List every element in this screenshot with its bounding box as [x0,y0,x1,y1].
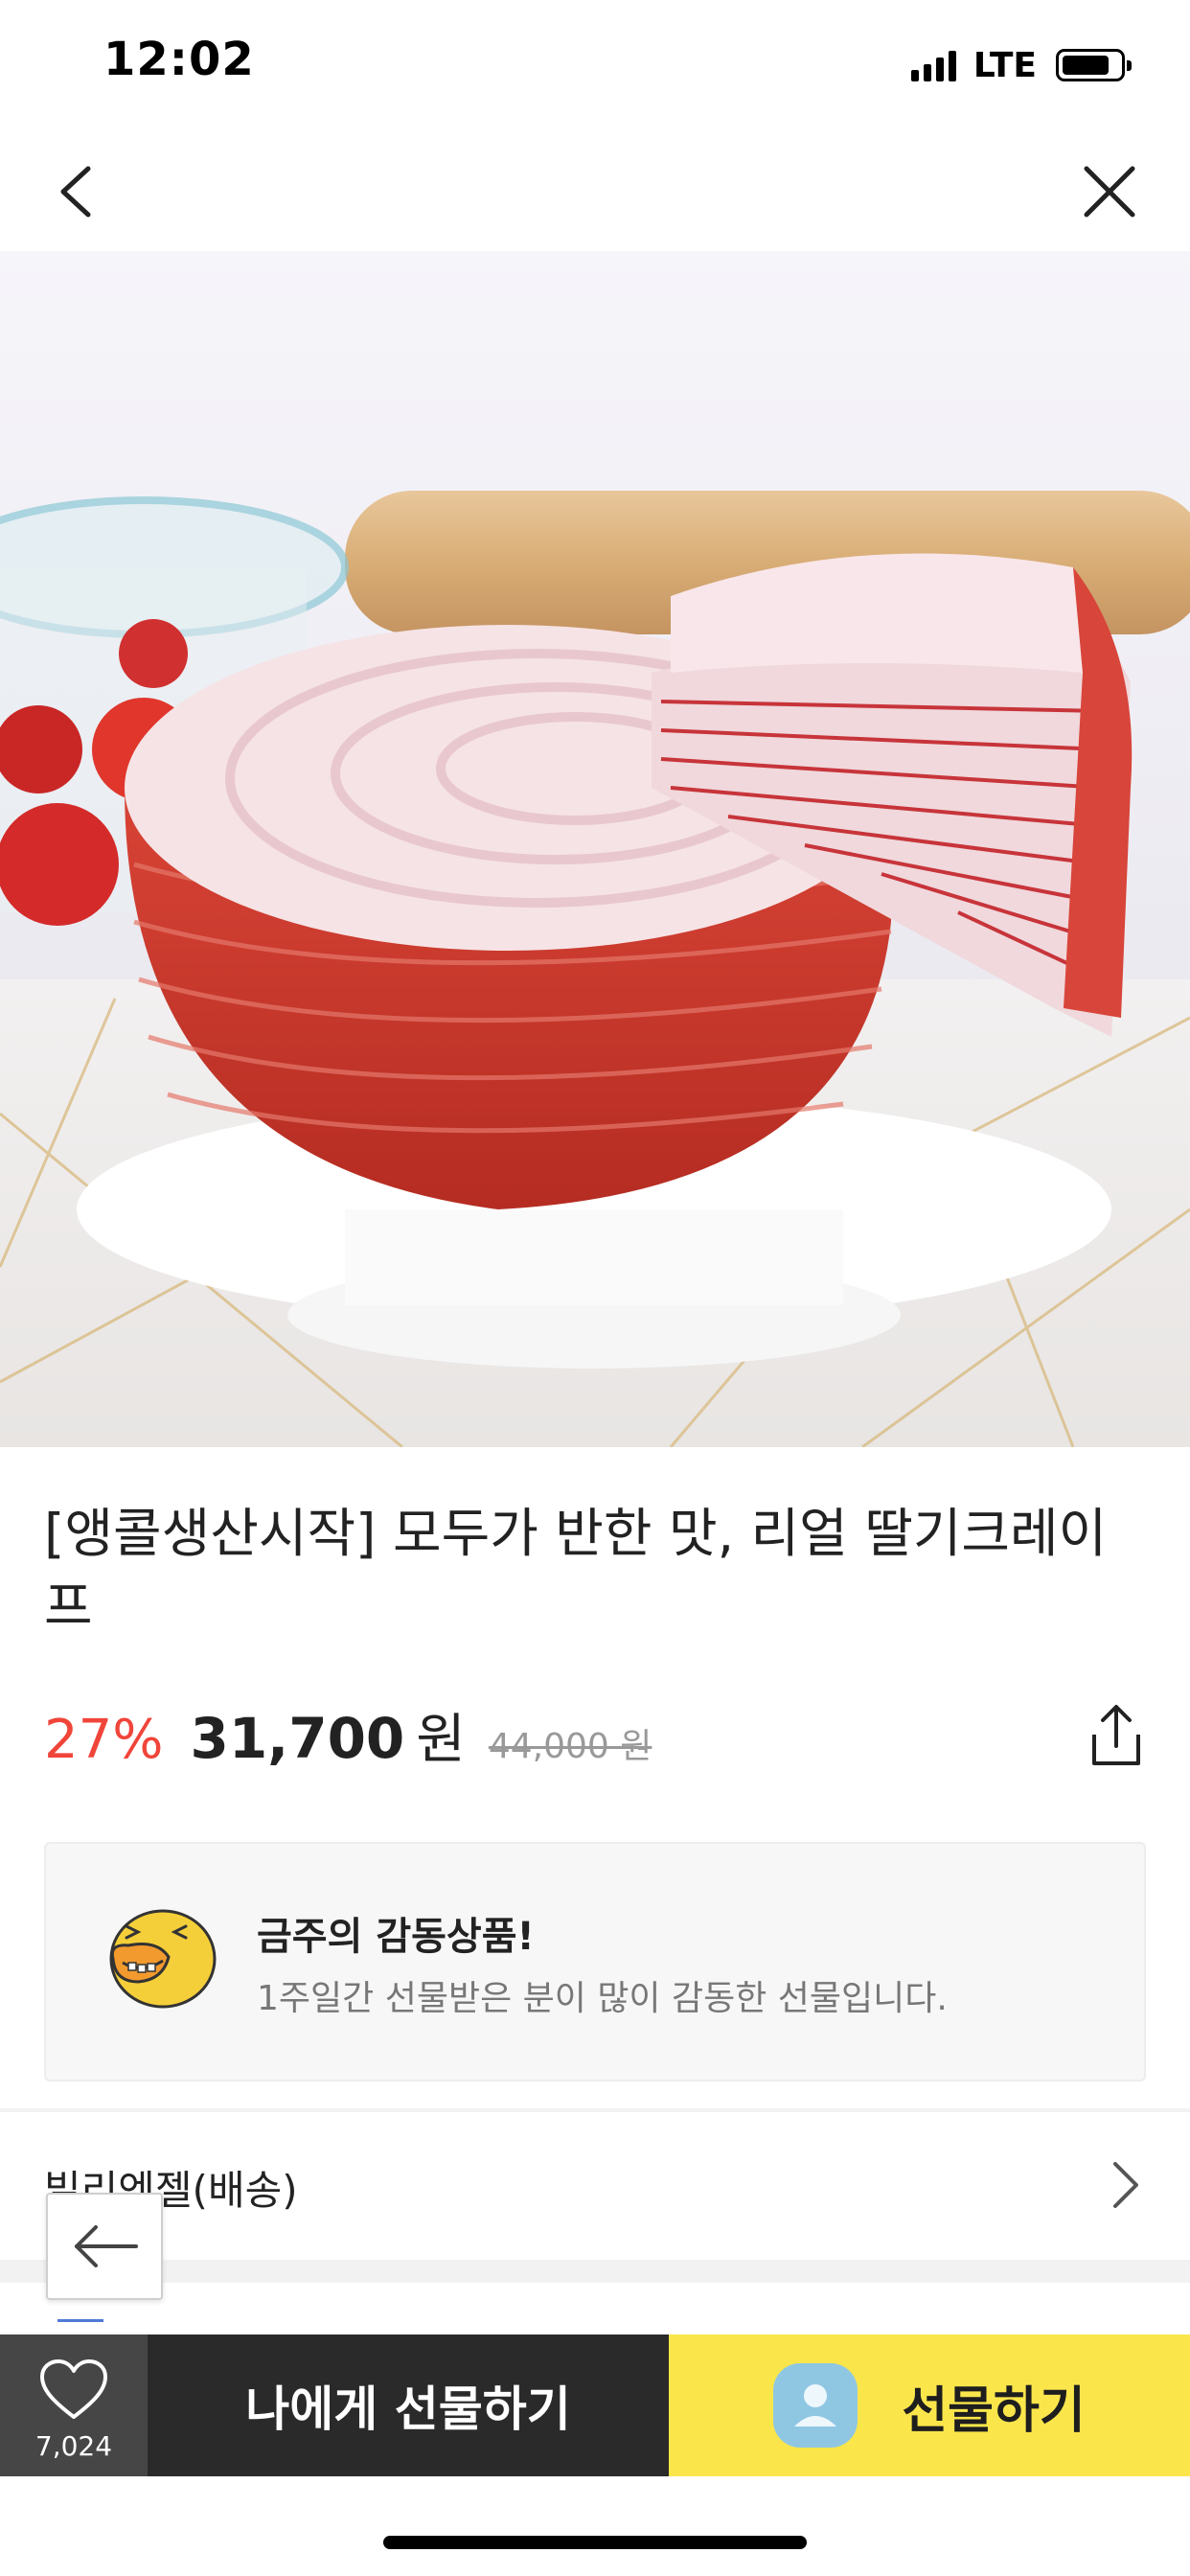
heart-icon [40,2359,107,2419]
floating-back-button[interactable] [46,2193,163,2300]
product-image[interactable] [0,251,1190,1447]
network-label: LTE [973,45,1037,85]
sale-price: 31,700 [190,1706,405,1771]
gift-button[interactable]: 선물하기 [669,2334,1190,2476]
section-gap [0,2260,1190,2283]
original-price: 44,000 원 [488,1727,652,1766]
chevron-left-icon [60,166,91,218]
status-indicators: LTE [910,44,1132,86]
currency-label: 원 [416,1709,466,1771]
back-button[interactable] [42,153,119,230]
battery-icon [1056,49,1132,81]
seller-row[interactable]: 빌리엔젤(배송) [0,2114,1190,2260]
product-photo [0,251,1190,1447]
product-title: [앵콜생산시작] 모두가 반한 맛, 리얼 딸기크레이프 [44,1503,1108,1637]
price-row: 27% 31,700 원 44,000 원 [44,1696,652,1782]
close-button[interactable] [1071,153,1148,230]
bottom-action-bar: 7,024 나에게 선물하기 선물하기 [0,2334,1190,2476]
like-button[interactable]: 7,024 [0,2334,148,2476]
award-banner: 금주의 감동상품! 1주일간 선물받은 분이 많이 감동한 선물입니다. [44,1842,1146,2082]
gift-to-me-button[interactable]: 나에게 선물하기 [148,2334,669,2476]
share-button[interactable] [1071,1696,1148,1773]
section-divider [0,2108,1190,2112]
next-section-peek [57,2319,103,2334]
award-subtitle: 1주일간 선물받은 분이 많이 감동한 선물입니다. [257,1979,948,2018]
like-count: 7,024 [34,2430,113,2462]
arrow-left-icon [75,2225,138,2267]
gift-label: 선물하기 [902,2381,1086,2440]
award-title: 금주의 감동상품! [257,1915,535,1959]
status-bar: 12:02 LTE [0,0,1190,126]
status-time: 12:02 [103,33,255,86]
home-indicator[interactable] [383,2536,807,2549]
gift-to-me-label: 나에게 선물하기 [245,2381,571,2437]
share-icon [1092,1705,1140,1765]
friend-avatar-icon [773,2363,858,2448]
close-icon [1084,166,1135,218]
discount-rate: 27% [44,1709,164,1771]
nav-bar [0,134,1190,249]
chevron-right-icon [1113,2162,1138,2208]
character-icon [109,1909,217,2009]
signal-icon [910,49,956,81]
